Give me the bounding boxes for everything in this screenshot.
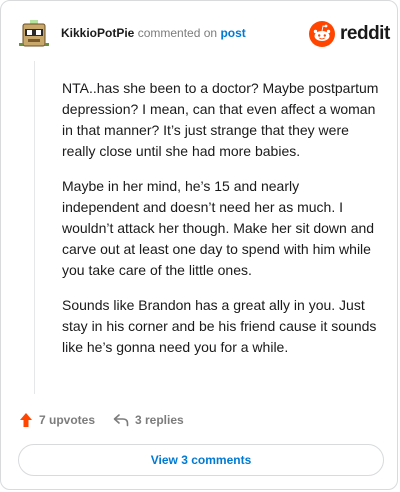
post-link[interactable]: post [220,26,245,40]
upvote-arrow-icon [20,413,32,427]
replies-button[interactable]: 3 replies [113,409,184,431]
comment-body: NTA..has she been to a doctor? Maybe pos… [62,78,380,372]
comment-paragraph: NTA..has she been to a doctor? Maybe pos… [62,80,379,159]
comment-header: KikkioPotPie commented on post [61,26,246,40]
comment-paragraph: Maybe in her mind, he’s 15 and nearly in… [62,178,375,278]
view-comments-button[interactable]: View 3 comments [18,444,384,476]
reddit-wordmark: reddit [340,23,390,44]
reddit-logo[interactable]: reddit [309,21,390,47]
reply-arrow-icon [113,414,129,427]
username-link[interactable]: KikkioPotPie [61,26,134,40]
avatar[interactable] [19,19,49,49]
reddit-logo-icon [309,21,335,47]
snoo-avatar-icon [19,19,49,49]
comment-paragraph: Sounds like Brandon has a great ally in … [62,297,377,355]
upvote-count: 7 upvotes [39,413,96,427]
replies-count: 3 replies [135,413,184,427]
comment-card: KikkioPotPie commented on post reddit NT… [0,0,398,490]
commented-on-text: commented on [137,26,218,40]
upvote-button[interactable]: 7 upvotes [19,409,95,431]
thread-line[interactable] [34,61,35,394]
